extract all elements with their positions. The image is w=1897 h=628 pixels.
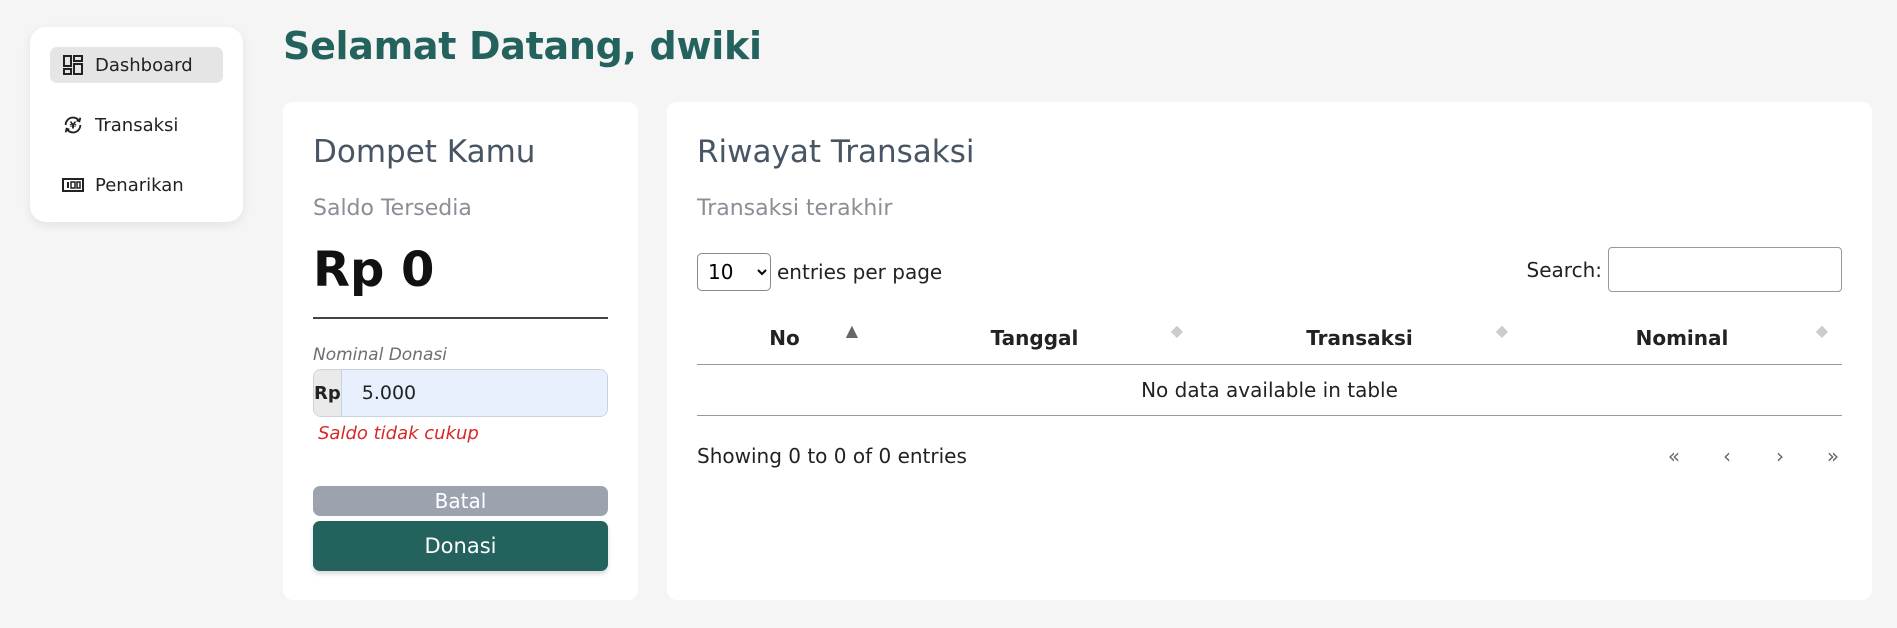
- cash-icon: [62, 174, 84, 196]
- balance-amount: Rp 0: [313, 242, 435, 298]
- currency-exchange-icon: ¥: [62, 114, 84, 136]
- donation-input-group: Rp: [313, 369, 608, 417]
- sidebar: Dashboard ¥ Transaksi Penarikan: [30, 27, 243, 222]
- entries-per-page: 10 entries per page: [697, 253, 942, 291]
- donate-button[interactable]: Donasi: [313, 521, 608, 571]
- first-page-button[interactable]: «: [1665, 444, 1683, 468]
- transaction-table: No ▲ Tanggal ◆ Transaksi ◆ Nominal ◆ No data…: [697, 312, 1842, 416]
- sort-icon: ◆: [1815, 321, 1828, 340]
- error-message: Saldo tidak cukup: [318, 423, 479, 444]
- sidebar-item-label: Penarikan: [95, 174, 184, 196]
- wallet-card: Dompet Kamu Saldo Tersedia Rp 0 Nominal …: [283, 102, 638, 600]
- last-page-button[interactable]: »: [1824, 444, 1842, 468]
- cancel-button[interactable]: Batal: [313, 486, 608, 516]
- empty-table-message: No data available in table: [697, 364, 1842, 416]
- column-header-tanggal[interactable]: Tanggal ◆: [872, 312, 1197, 365]
- pagination: « ‹ › »: [1665, 444, 1842, 468]
- entries-per-page-label: entries per page: [777, 260, 943, 284]
- entries-per-page-select[interactable]: 10: [697, 253, 771, 291]
- history-subtitle: Transaksi terakhir: [697, 196, 893, 221]
- sort-asc-icon: ▲: [845, 321, 858, 340]
- page-title: Selamat Datang, dwiki: [283, 24, 762, 68]
- sidebar-item-label: Transaksi: [95, 114, 179, 136]
- sidebar-item-transaksi[interactable]: ¥ Transaksi: [50, 107, 223, 143]
- donation-amount-input[interactable]: [341, 370, 607, 416]
- donation-amount-label: Nominal Donasi: [313, 345, 447, 365]
- transaction-history-card: Riwayat Transaksi Transaksi terakhir 10 …: [667, 102, 1872, 600]
- column-header-nominal[interactable]: Nominal ◆: [1522, 312, 1842, 365]
- table-row: No data available in table: [697, 364, 1842, 416]
- next-page-button[interactable]: ›: [1771, 444, 1789, 468]
- svg-text:¥: ¥: [69, 121, 76, 132]
- sidebar-item-dashboard[interactable]: Dashboard: [50, 47, 223, 83]
- search-label: Search:: [1526, 257, 1602, 282]
- currency-prefix: Rp: [314, 370, 342, 416]
- sidebar-item-penarikan[interactable]: Penarikan: [50, 167, 223, 203]
- table-info: Showing 0 to 0 of 0 entries: [697, 444, 967, 468]
- wallet-title: Dompet Kamu: [313, 134, 536, 170]
- sort-icon: ◆: [1495, 321, 1508, 340]
- sidebar-item-label: Dashboard: [95, 54, 193, 76]
- sort-icon: ◆: [1170, 321, 1183, 340]
- table-controls: 10 entries per page Search:: [697, 247, 1842, 295]
- search: Search:: [1527, 247, 1842, 292]
- history-title: Riwayat Transaksi: [697, 134, 975, 170]
- divider: [313, 317, 608, 319]
- column-header-no[interactable]: No ▲: [697, 312, 872, 365]
- column-header-transaksi[interactable]: Transaksi ◆: [1197, 312, 1522, 365]
- dashboard-icon: [62, 54, 84, 76]
- previous-page-button[interactable]: ‹: [1718, 444, 1736, 468]
- search-input[interactable]: [1608, 247, 1842, 292]
- wallet-subtitle: Saldo Tersedia: [313, 196, 472, 221]
